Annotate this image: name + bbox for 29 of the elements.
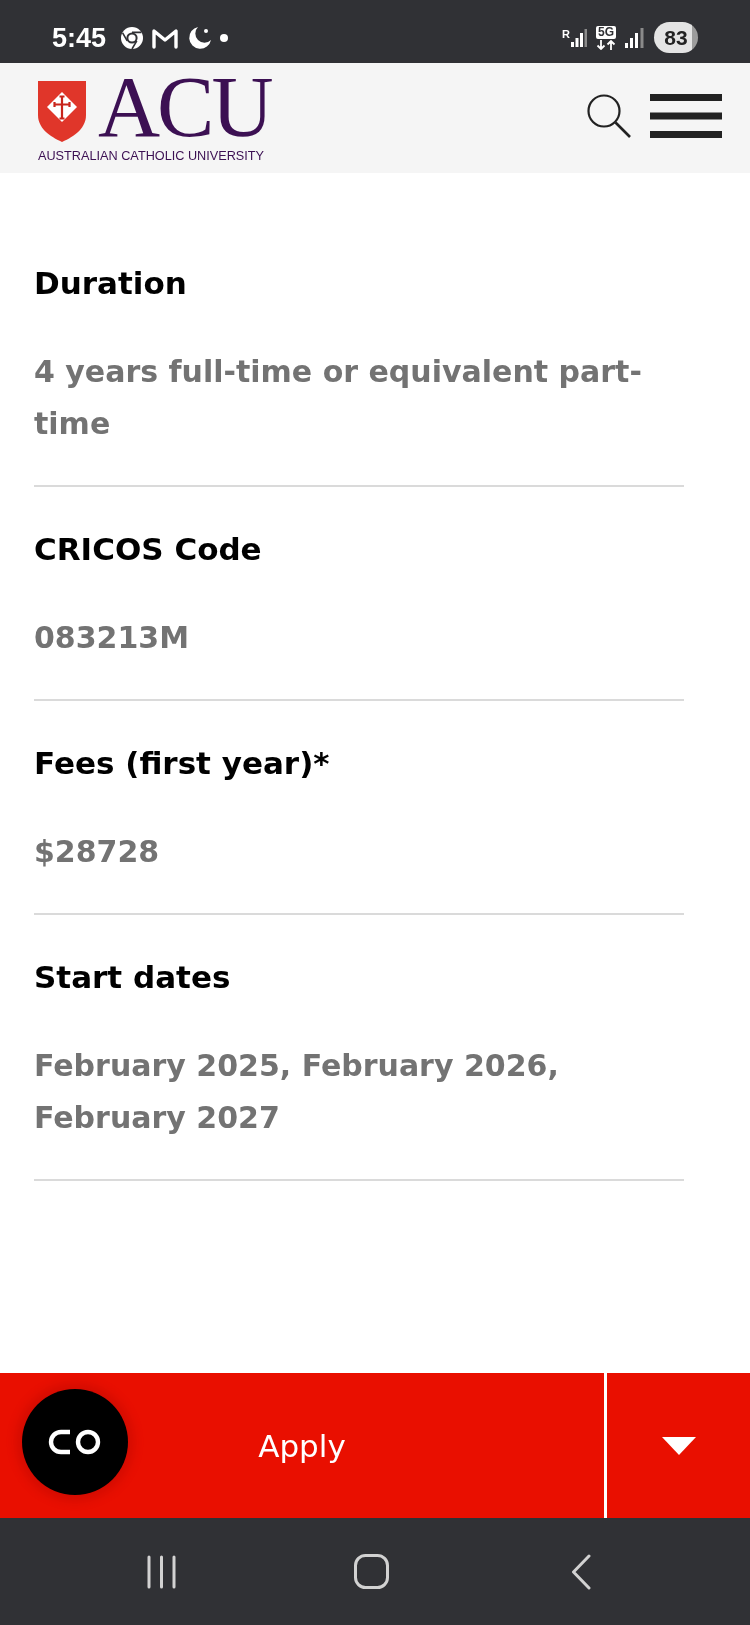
detail-label: Duration [34,264,188,303]
menu-icon[interactable] [650,94,722,138]
link-icon [48,1429,102,1455]
detail-label: Start dates [34,958,232,997]
signal-icon [625,27,644,48]
back-icon[interactable] [571,1553,591,1590]
home-icon[interactable] [353,1554,389,1589]
recents-icon[interactable] [145,1554,177,1589]
dot-icon [220,33,229,42]
aperture-icon [121,26,144,49]
mail-icon [152,26,179,49]
caret-icon [662,1436,696,1455]
detail-value: 083213M [34,619,191,657]
detail-label: Fees (first year)* [34,744,331,783]
status-time: 5:45 [52,22,107,53]
roaming-label: R [562,28,570,40]
detail-value: 4 years full-time or equivalent part-time [34,353,643,443]
detail-value: $28728 [34,833,161,871]
detail-label: CRICOS Code [34,530,263,569]
network-label: 5G [596,25,616,39]
search-icon[interactable] [587,94,631,138]
data-arrows-icon [596,39,616,50]
moon-icon [187,25,212,50]
logo-wordmark[interactable]: ACU [98,72,271,142]
shield-icon[interactable] [38,81,86,142]
detail-value: February 2025, February 2026, February 2027 [34,1047,560,1137]
battery-level: 83 [654,22,698,53]
logo-tagline[interactable]: AUSTRALIAN CATHOLIC UNIVERSITY [38,149,271,163]
signal-icon [571,28,587,47]
